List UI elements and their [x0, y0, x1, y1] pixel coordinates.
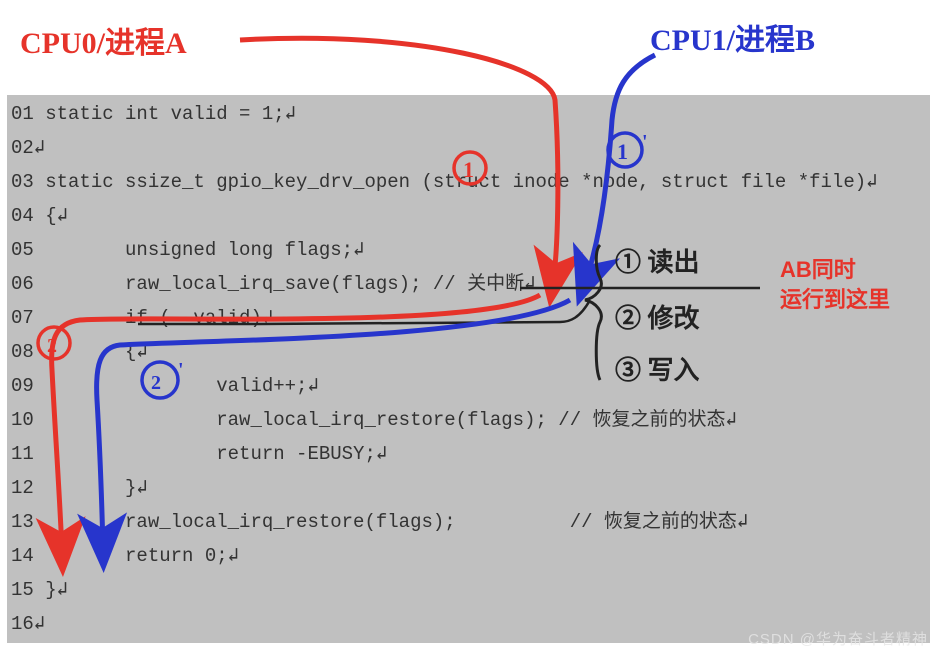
cpu0-label: CPU0/进程A — [20, 18, 187, 62]
ab-note-line1: AB同时 — [780, 256, 856, 284]
code-line-14: 14 return 0;↲ — [7, 539, 930, 573]
code-line-13: 13 raw_local_irq_restore(flags); // 恢复之前… — [7, 505, 930, 539]
code-line-8: 08 {↲ — [7, 335, 930, 369]
code-line-11: 11 return -EBUSY;↲ — [7, 437, 930, 471]
watermark: CSDN @华为奋斗者精神 — [748, 628, 928, 649]
code-line-9: 09 valid++;↲ — [7, 369, 930, 403]
code-line-2: 02↲ — [7, 131, 930, 165]
side-note-read: ① 读出 — [615, 242, 700, 279]
side-note-modify: ② 修改 — [615, 298, 700, 335]
code-line-3: 03 static ssize_t gpio_key_drv_open (str… — [7, 165, 930, 199]
code-line-10: 10 raw_local_irq_restore(flags); // 恢复之前… — [7, 403, 930, 437]
code-line-15: 15 }↲ — [7, 573, 930, 607]
code-line-1: 01 static int valid = 1;↲ — [7, 97, 930, 131]
ab-note-line2: 运行到这里 — [780, 286, 890, 314]
code-line-4: 04 {↲ — [7, 199, 930, 233]
code-line-12: 12 }↲ — [7, 471, 930, 505]
code-block: 01 static int valid = 1;↲ 02↲ 03 static … — [7, 95, 930, 643]
side-note-write: ③ 写入 — [615, 350, 700, 387]
cpu1-label: CPU1/进程B — [650, 15, 815, 59]
